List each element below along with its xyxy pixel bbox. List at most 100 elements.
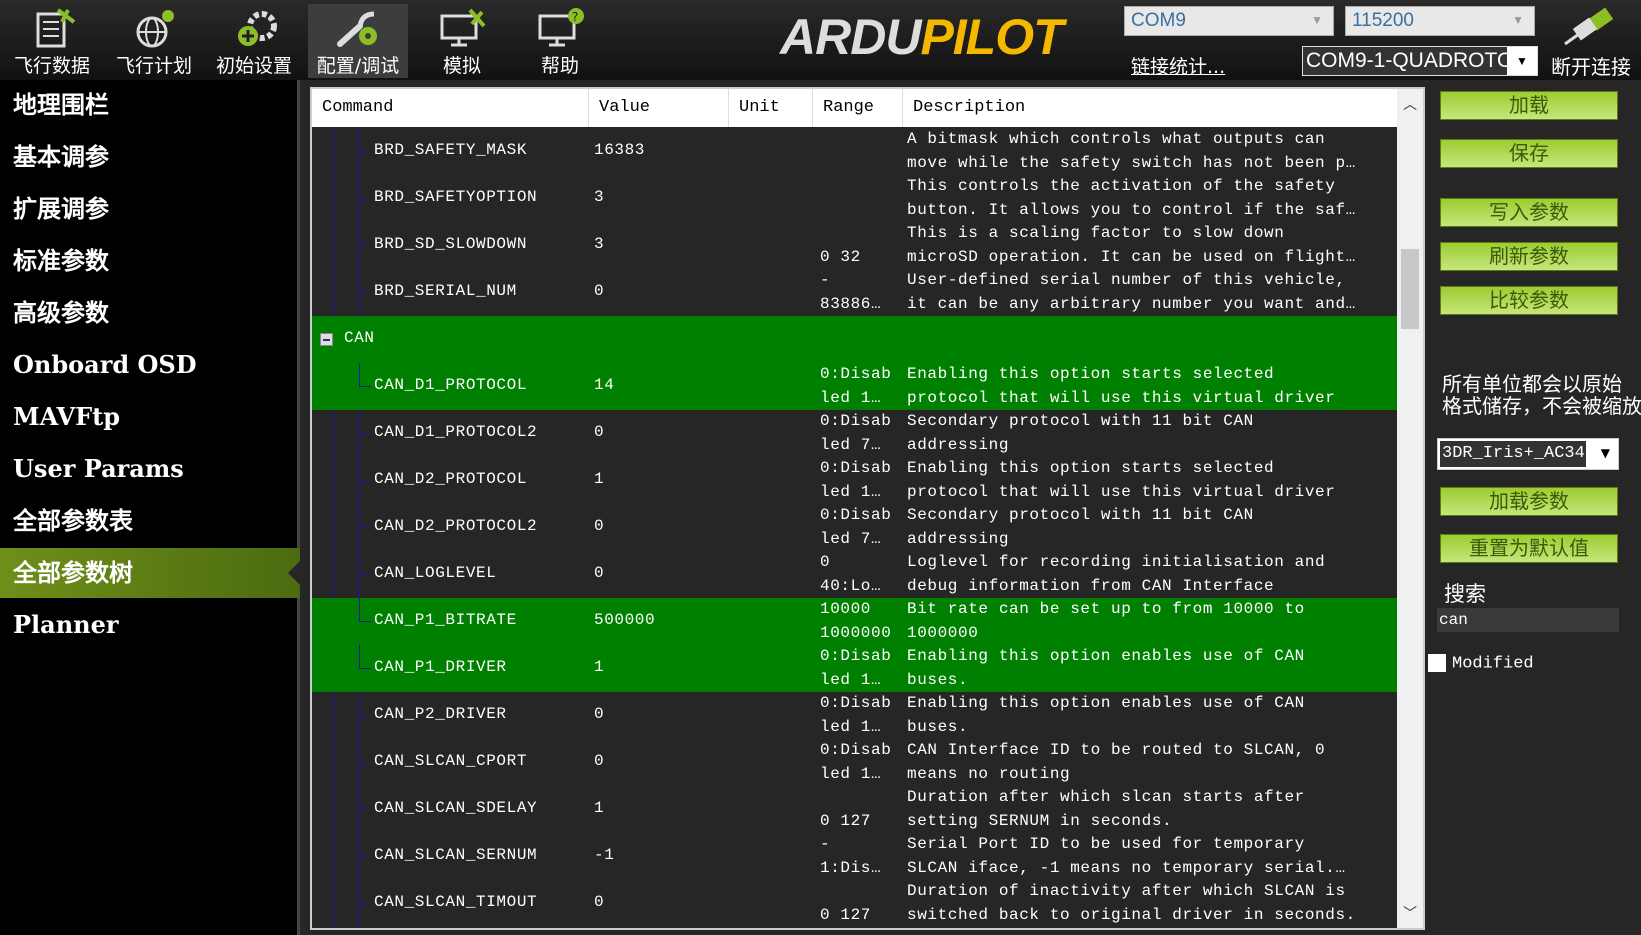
port-value: COM9: [1131, 10, 1186, 31]
load-params-button[interactable]: 加载参数: [1440, 487, 1618, 516]
sidebar-item[interactable]: 全部参数表: [0, 496, 300, 546]
tree-connector: [359, 551, 371, 575]
checkbox-box[interactable]: [1428, 654, 1446, 672]
write-params-button[interactable]: 写入参数: [1440, 198, 1618, 227]
sidebar-item[interactable]: User Params: [0, 444, 300, 494]
toolbar-flight-data[interactable]: 飞行数据: [2, 4, 102, 78]
col-unit[interactable]: Unit: [729, 89, 813, 127]
svg-text:?: ?: [572, 10, 578, 24]
vehicle-value: COM9-1-QUADROTOR: [1306, 49, 1529, 72]
table-row[interactable]: CAN_SLCAN_TIMOUT 0 0 127 Duration of inact…: [312, 880, 1397, 927]
config-tuning-icon: [337, 11, 377, 47]
cell-value[interactable]: 16383: [594, 141, 645, 159]
reset-default-button[interactable]: 重置为默认值: [1440, 534, 1618, 563]
port-select[interactable]: COM9 ▼: [1124, 6, 1334, 36]
cell-value[interactable]: 0: [594, 517, 604, 535]
cell-description: Duration after which slcan starts after …: [907, 788, 1305, 830]
param-file-select[interactable]: 3DR_Iris+_AC34 ▼: [1437, 438, 1619, 470]
cell-value[interactable]: 0: [594, 893, 604, 911]
tree-connector: [359, 410, 371, 434]
cell-value[interactable]: 1: [594, 658, 604, 676]
tree-connector: [359, 363, 371, 387]
cell-command: CAN_P1_DRIVER: [374, 658, 507, 676]
table-row[interactable]: CAN_P1_BITRATE 500000 10000 1000000 Bit rat…: [312, 598, 1397, 645]
sidebar-item[interactable]: Planner: [0, 600, 300, 650]
table-row[interactable]: BRD_SERIAL_NUM 0 - 83886… User-defined seri…: [312, 269, 1397, 316]
chevron-down-icon: ▼: [1600, 446, 1610, 460]
cell-range: 0:Disab led 1…: [820, 459, 892, 501]
cell-value[interactable]: 3: [594, 235, 604, 253]
toolbar-help[interactable]: ? 帮助: [510, 4, 610, 78]
table-row[interactable]: CAN_D1_PROTOCOL2 0 0:Disab led 7… Secondary…: [312, 410, 1397, 457]
cell-command: CAN_D2_PROTOCOL: [374, 470, 528, 488]
sidebar-item[interactable]: 扩展调参: [0, 184, 300, 234]
table-row[interactable]: BRD_SD_SLOWDOWN 3 0 32 This is a scaling f…: [312, 222, 1397, 269]
col-value[interactable]: Value: [589, 89, 729, 127]
toolbar-label: 帮助: [540, 55, 579, 77]
sidebar-item[interactable]: MAVFtp: [0, 392, 300, 442]
cell-value[interactable]: 1: [594, 470, 604, 488]
cell-value[interactable]: 14: [594, 376, 614, 394]
toolbar-label: 模拟: [442, 55, 481, 77]
sidebar-item[interactable]: Onboard OSD: [0, 340, 300, 390]
cell-range: 0:Disab led 7…: [820, 412, 892, 454]
cell-command: CAN_SLCAN_SDELAY: [374, 799, 538, 817]
table-row[interactable]: BRD_SAFETY_MASK 16383 A bitmask which cont…: [312, 128, 1397, 175]
sidebar-item[interactable]: 高级参数: [0, 288, 300, 338]
toolbar-config-tuning[interactable]: 配置/调试: [308, 4, 408, 78]
cell-value[interactable]: 0: [594, 705, 604, 723]
save-button[interactable]: 保存: [1440, 139, 1618, 168]
modified-checkbox[interactable]: Modified: [1428, 654, 1534, 673]
cell-command: CAN_LOGLEVEL: [374, 564, 497, 582]
load-button[interactable]: 加载: [1440, 91, 1618, 120]
col-command[interactable]: Command: [312, 89, 589, 127]
table-row[interactable]: CAN_SLCAN_SDELAY 1 0 127 Duration after wh…: [312, 786, 1397, 833]
vertical-scrollbar[interactable]: ︿ ﹀: [1397, 89, 1423, 928]
plug-icon: [1564, 7, 1614, 46]
table-row[interactable]: CAN_D1_PROTOCOL 14 0:Disab led 1… Enabling …: [312, 363, 1397, 410]
col-description[interactable]: Description: [903, 89, 1397, 127]
disconnect-button[interactable]: 断开连接: [1546, 6, 1636, 80]
cell-value[interactable]: 0: [594, 282, 604, 300]
cell-value[interactable]: 0: [594, 564, 604, 582]
table-row[interactable]: CAN_SLCAN_SERNUM -1 - 1:Dis… Serial Port ID…: [312, 833, 1397, 880]
toolbar-simulation[interactable]: 模拟: [412, 4, 512, 78]
compare-params-button[interactable]: 比较参数: [1440, 286, 1618, 315]
search-label: 搜索: [1444, 582, 1486, 606]
table-row[interactable]: CAN_D2_PROTOCOL2 0 0:Disab led 7… Secondary…: [312, 504, 1397, 551]
cell-value[interactable]: 1: [594, 799, 604, 817]
col-range[interactable]: Range: [813, 89, 903, 127]
toolbar-flight-plan[interactable]: 飞行计划: [104, 4, 204, 78]
collapse-icon[interactable]: [320, 333, 333, 346]
cell-value[interactable]: 500000: [594, 611, 655, 629]
search-input[interactable]: [1437, 608, 1619, 632]
refresh-params-button[interactable]: 刷新参数: [1440, 242, 1618, 271]
sidebar-item[interactable]: 基本调参: [0, 132, 300, 182]
table-row[interactable]: CAN_SLCAN_CPORT 0 0:Disab led 1… CAN Interf…: [312, 739, 1397, 786]
tree-connector: [359, 880, 371, 904]
link-stats-link[interactable]: 链接统计...: [1131, 52, 1225, 79]
vehicle-select[interactable]: COM9-1-QUADROTOR ▼: [1302, 46, 1538, 76]
baud-select[interactable]: 115200 ▼: [1345, 6, 1535, 36]
sidebar-item[interactable]: 地理围栏: [0, 80, 300, 130]
table-row[interactable]: BRD_SAFETYOPTION 3 This controls the activ…: [312, 175, 1397, 222]
scroll-thumb[interactable]: [1401, 249, 1419, 329]
tree-connector: [359, 739, 371, 763]
table-row[interactable]: CAN_D2_PROTOCOL 1 0:Disab led 1… Enabling t…: [312, 457, 1397, 504]
table-row[interactable]: CAN_P2_DRIVER 0 0:Disab led 1… Enabling thi…: [312, 692, 1397, 739]
sidebar-item[interactable]: 标准参数: [0, 236, 300, 286]
scroll-down-icon[interactable]: ﹀: [1397, 903, 1423, 923]
group-row[interactable]: CAN: [312, 316, 1397, 363]
scroll-up-icon[interactable]: ︿: [1397, 94, 1423, 114]
table-row[interactable]: CAN_LOGLEVEL 0 0 40:Lo… Loglevel for record…: [312, 551, 1397, 598]
toolbar-initial-setup[interactable]: 初始设置: [204, 4, 304, 78]
cell-range: 0:Disab led 1…: [820, 694, 892, 736]
cell-value[interactable]: -1: [594, 846, 614, 864]
table-row[interactable]: CAN_P1_DRIVER 1 0:Disab led 1… Enabling thi…: [312, 645, 1397, 692]
cell-value[interactable]: 3: [594, 188, 604, 206]
grid-header: Command Value Unit Range Description: [312, 89, 1397, 127]
sidebar-item[interactable]: 全部参数树: [0, 548, 300, 598]
cell-value[interactable]: 0: [594, 752, 604, 770]
units-note: 所有单位都会以原始 格式储存，不会被缩放: [1442, 372, 1641, 418]
cell-value[interactable]: 0: [594, 423, 604, 441]
